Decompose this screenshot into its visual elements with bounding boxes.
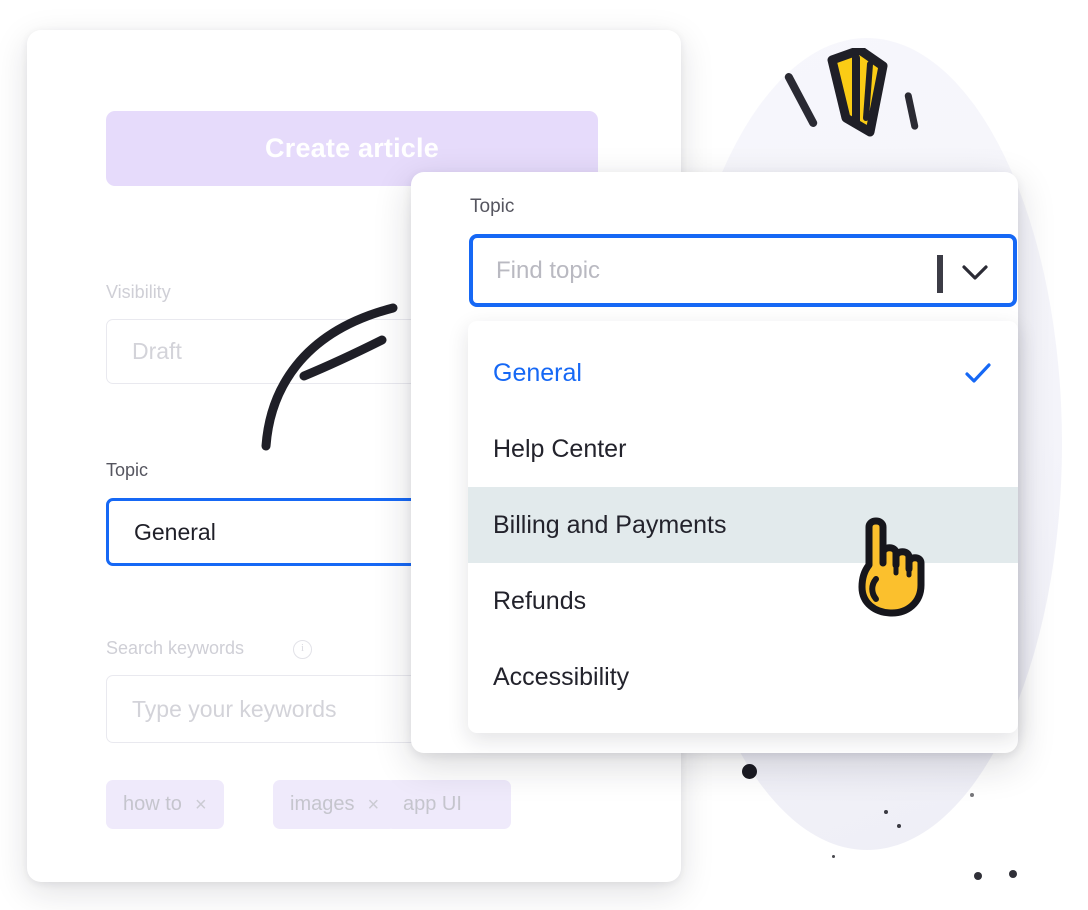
decorative-dot xyxy=(742,764,757,779)
keyword-tag[interactable]: images × xyxy=(273,780,397,829)
topic-label: Topic xyxy=(106,460,149,480)
topic-option-label: General xyxy=(493,358,582,387)
topic-option-label: Billing and Payments xyxy=(493,510,727,539)
topic-dropdown-panel: Topic Find topic General Help Center Bil… xyxy=(411,172,1018,753)
info-icon[interactable]: i xyxy=(293,640,312,659)
topic-option-label: Help Center xyxy=(493,434,627,463)
check-icon xyxy=(963,361,993,385)
remove-tag-icon[interactable]: × xyxy=(367,795,379,815)
decorative-dot xyxy=(897,824,901,828)
text-caret xyxy=(937,255,943,293)
chevron-down-icon[interactable] xyxy=(961,263,989,288)
sparkle-burst-icon xyxy=(826,45,888,145)
dropdown-topic-label: Topic xyxy=(470,196,515,217)
topic-option-refunds[interactable]: Refunds xyxy=(468,563,1018,639)
topic-option-list: General Help Center Billing and Payments… xyxy=(468,321,1018,733)
illustration-canvas: Create article Visibility Draft Topic Ge… xyxy=(0,0,1088,910)
topic-option-accessibility[interactable]: Accessibility xyxy=(468,639,1018,715)
find-topic-placeholder: Find topic xyxy=(496,256,601,284)
decorative-dot xyxy=(974,872,982,880)
decorative-dot xyxy=(1009,870,1017,878)
keyword-tag[interactable]: app UI xyxy=(386,780,511,829)
topic-option-general[interactable]: General xyxy=(468,335,1018,411)
topic-option-help-center[interactable]: Help Center xyxy=(468,411,1018,487)
decorative-dot xyxy=(832,855,835,858)
topic-option-label: Refunds xyxy=(493,586,587,615)
search-keywords-label: Search keywords xyxy=(106,638,245,658)
topic-option-label: Accessibility xyxy=(493,662,630,691)
find-topic-input[interactable]: Find topic xyxy=(469,234,1017,307)
decorative-dot xyxy=(970,793,974,797)
remove-tag-icon[interactable]: × xyxy=(195,795,207,815)
keyword-tag-label: how to xyxy=(123,793,182,815)
keyword-tag[interactable]: how to × xyxy=(106,780,224,829)
visibility-label: Visibility xyxy=(106,282,171,302)
keyword-tag-label: app UI xyxy=(403,793,462,815)
keyword-tag-label: images xyxy=(290,793,355,815)
topic-option-billing-and-payments[interactable]: Billing and Payments xyxy=(468,487,1018,563)
decorative-dot xyxy=(884,810,888,814)
